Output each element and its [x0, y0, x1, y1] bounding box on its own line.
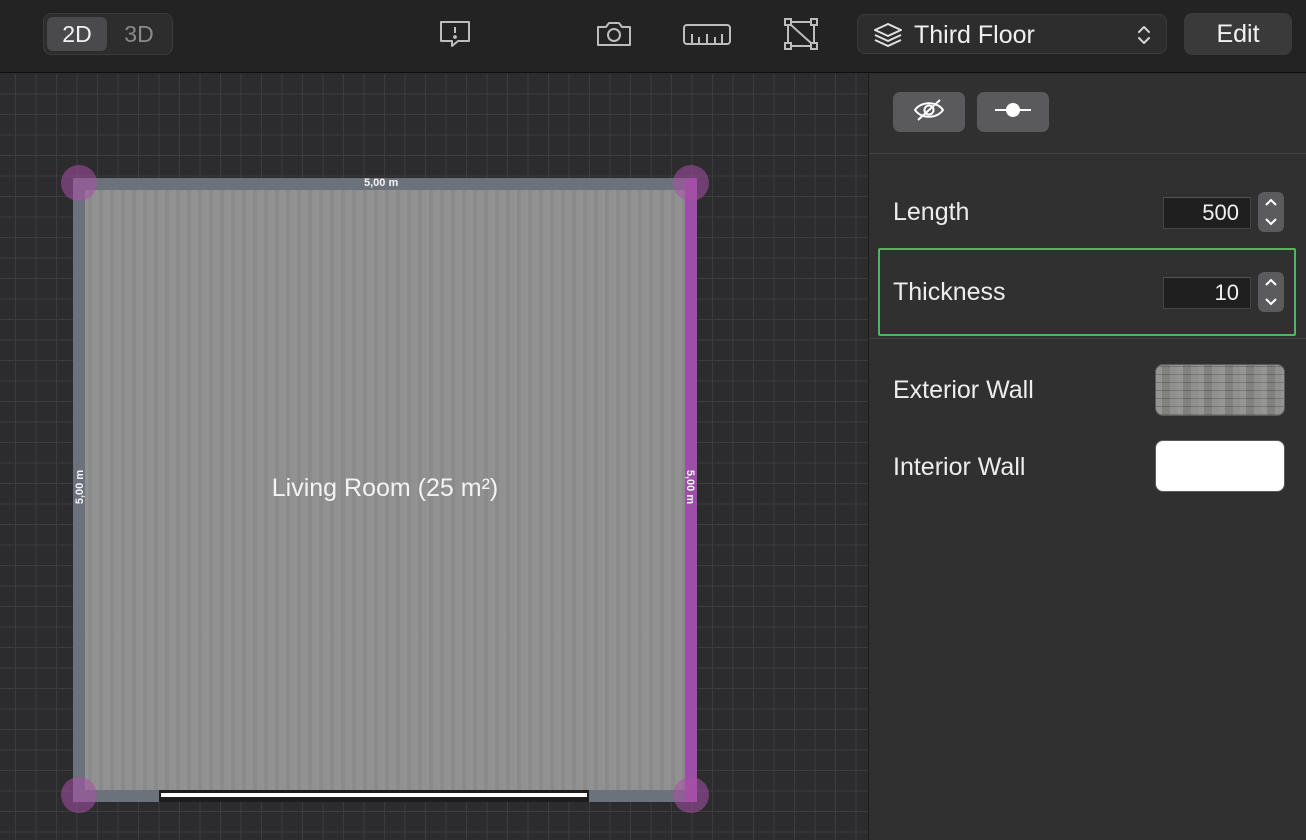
wall-edit-icon[interactable] — [782, 14, 820, 54]
interior-wall-color-swatch[interactable] — [1155, 440, 1285, 492]
ruler-icon[interactable] — [682, 14, 732, 54]
thickness-stepper[interactable] — [1258, 272, 1284, 312]
length-increment[interactable] — [1258, 192, 1284, 212]
wall-handle-button[interactable] — [977, 92, 1049, 132]
corner-handle-top-left[interactable] — [61, 165, 97, 201]
interior-wall-label: Interior Wall — [893, 453, 1026, 481]
floor-plan-canvas[interactable]: 5,00 m 5,00 m 5,00 m Living Room (25 m²) — [0, 74, 868, 840]
exterior-wall-label: Exterior Wall — [893, 376, 1034, 404]
view-mode-segmented-control: 2D 3D — [43, 13, 173, 55]
length-stepper[interactable] — [1258, 192, 1284, 232]
view-2d-button[interactable]: 2D — [47, 17, 107, 51]
corner-handle-top-right[interactable] — [673, 165, 709, 201]
view-3d-button[interactable]: 3D — [109, 17, 169, 51]
thickness-decrement[interactable] — [1258, 292, 1284, 312]
dimension-right: 5,00 m — [684, 469, 696, 505]
thickness-label: Thickness — [893, 278, 1006, 306]
divider — [869, 153, 1306, 154]
thickness-field[interactable]: 10 — [1163, 277, 1251, 309]
thickness-increment[interactable] — [1258, 272, 1284, 292]
length-label: Length — [893, 198, 970, 226]
layers-icon — [873, 22, 903, 53]
hide-icon — [912, 97, 946, 128]
length-decrement[interactable] — [1258, 212, 1284, 232]
inspector-panel: Length 500 Thickness 10 Exterior Wall In… — [868, 74, 1306, 840]
exterior-wall-material-swatch[interactable] — [1155, 364, 1285, 416]
wall-handle-icon — [993, 100, 1033, 125]
corner-handle-bottom-left[interactable] — [61, 777, 97, 813]
edit-button[interactable]: Edit — [1184, 13, 1292, 55]
corner-handle-bottom-right[interactable] — [673, 777, 709, 813]
floor-selector[interactable]: Third Floor — [857, 14, 1167, 54]
feedback-icon[interactable] — [436, 14, 474, 54]
updown-chevron-icon — [1136, 23, 1152, 52]
length-field[interactable]: 500 — [1163, 197, 1251, 229]
floor-selector-label: Third Floor — [914, 21, 1035, 49]
door-swing-line — [161, 793, 587, 797]
dimension-top: 5,00 m — [364, 177, 399, 189]
hide-button[interactable] — [893, 92, 965, 132]
room-label: Living Room (25 m²) — [271, 474, 499, 502]
camera-icon[interactable] — [594, 14, 634, 54]
toolbar: 2D 3D Third Floor Edit — [0, 0, 1306, 73]
divider — [869, 338, 1306, 339]
